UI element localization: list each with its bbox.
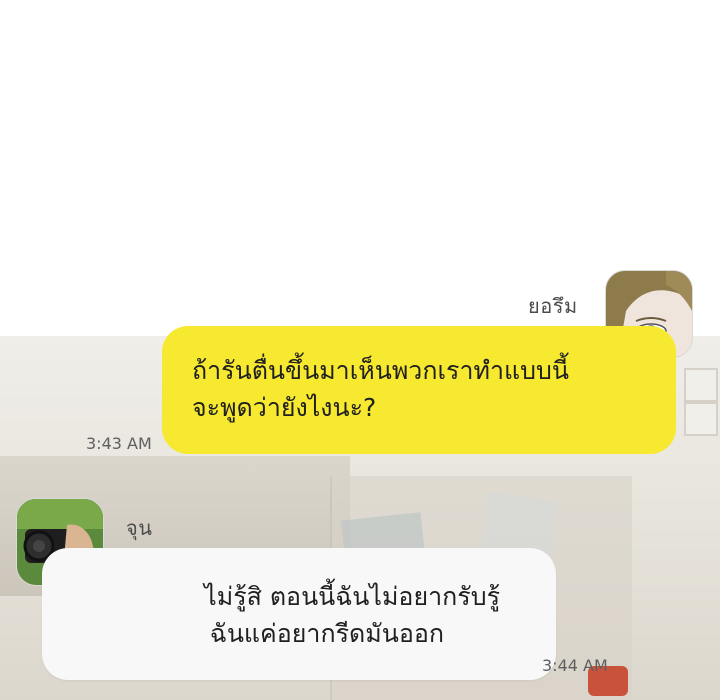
background-wall-switch [684,368,718,402]
message-timestamp: 3:43 AM [86,434,152,453]
message-bubble-incoming[interactable]: ไม่รู้สิ ตอนนี้ฉันไม่อยากรับรู้ ฉันแค่อย… [42,548,556,680]
message-line: ฉันแค่อยากรีดมันออก [209,619,444,648]
message-line: ไม่รู้สิ ตอนนี้ฉันไม่อยากรับรู้ [204,582,500,611]
message-bubble-outgoing[interactable]: ถ้ารันตื่นขึ้นมาเห็นพวกเราทำแบบนี้ จะพูด… [162,326,676,454]
background-wall-switch [684,402,718,436]
message-line: ถ้ารันตื่นขึ้นมาเห็นพวกเราทำแบบนี้ [192,356,569,385]
sender-name: ยอรึม [528,294,578,318]
message-timestamp: 3:44 AM [542,656,608,675]
message-line: จะพูดว่ายังไงนะ? [192,393,377,422]
sender-name: จุน [126,516,153,540]
